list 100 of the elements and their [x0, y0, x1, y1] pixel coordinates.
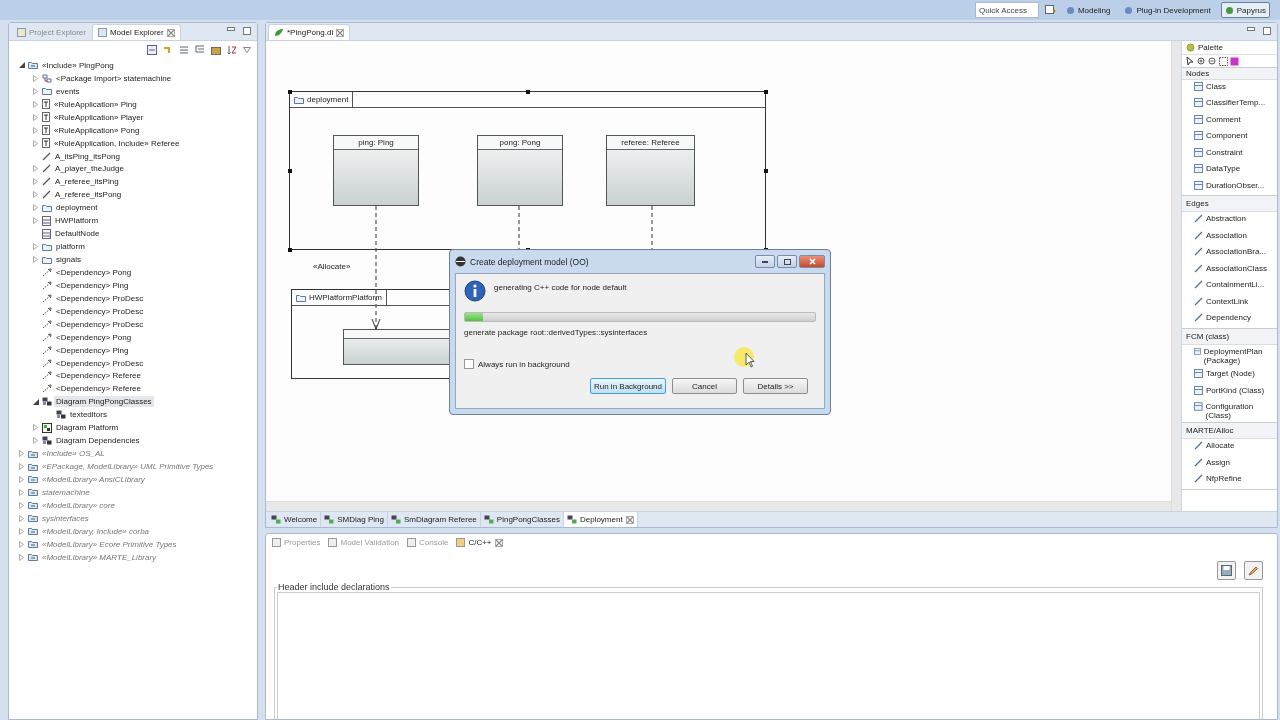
resize-handle[interactable]: [288, 169, 292, 173]
tree-item[interactable]: Diagram Platform: [54, 422, 121, 434]
dialog-button[interactable]: Run in Background: [589, 378, 666, 394]
tree-item[interactable]: «RuleApplication, Include» Referee: [52, 137, 182, 149]
resize-handle[interactable]: [288, 90, 292, 94]
palette-drawer[interactable]: Edges: [1182, 196, 1277, 212]
diagram-tab[interactable]: Welcome: [268, 512, 322, 527]
dialog-button[interactable]: Cancel: [672, 378, 737, 394]
palette-tool[interactable]: PortKind (Class): [1182, 383, 1277, 400]
tree-item[interactable]: <Dependency> Pong: [54, 266, 134, 278]
tree-item[interactable]: A_referee_itsPong: [53, 189, 124, 201]
palette-tool[interactable]: ContainmentLi...: [1182, 278, 1277, 295]
tree-item[interactable]: <Dependency> Ping: [54, 344, 131, 356]
tree-item[interactable]: «EPackage, ModelLibrary» UML Primitive Types: [40, 461, 216, 473]
tree-item[interactable]: <Dependency> Pong: [54, 331, 134, 343]
view-tab[interactable]: C/C++: [452, 535, 507, 550]
tree-item[interactable]: «Include» PingPong: [40, 59, 116, 71]
tree-item[interactable]: «RuleApplication» Player: [52, 111, 146, 123]
palette-tool[interactable]: Component: [1182, 129, 1277, 146]
palette-tool[interactable]: Assign: [1182, 455, 1277, 472]
tree-item[interactable]: <Dependency> ProDesc: [54, 318, 146, 330]
tree-item[interactable]: «RuleApplication» Pong: [52, 124, 142, 136]
palette-tool[interactable]: Constraint: [1182, 145, 1277, 162]
tool-icon: [1194, 98, 1203, 107]
palette-tool[interactable]: Class: [1182, 79, 1277, 96]
minimize-button[interactable]: [755, 255, 775, 268]
quick-access-field[interactable]: Quick Access: [974, 2, 1039, 18]
tree-item[interactable]: A_player_theJudge: [53, 163, 126, 175]
tree-item[interactable]: «RuleApplication» Ping: [52, 98, 139, 110]
resize-handle[interactable]: [288, 248, 292, 252]
tree-item[interactable]: <Dependency> Referee: [54, 370, 143, 382]
class-node[interactable]: referee: Referee: [606, 135, 695, 206]
tree-item[interactable]: Diagram PingPongClasses: [54, 396, 154, 408]
perspective-button[interactable]: Modeling: [1061, 2, 1115, 18]
palette-tool[interactable]: AssociationBra...: [1182, 245, 1277, 262]
tree-item[interactable]: «ModelLibrary, Include» corba: [40, 525, 152, 537]
view-tab[interactable]: Model Explorer: [91, 24, 181, 40]
tree-item[interactable]: <Dependency> ProDesc: [54, 357, 146, 369]
palette-drawer[interactable]: FCM (class): [1182, 329, 1277, 345]
tree-item[interactable]: <Dependency> ProDesc: [54, 292, 146, 304]
class-node[interactable]: pong: Pong: [477, 135, 563, 206]
palette-tool[interactable]: ClassifierTemp...: [1182, 96, 1277, 113]
perspective-button[interactable]: Papyrus: [1220, 2, 1270, 18]
palette-tool[interactable]: AssociationClass: [1182, 261, 1277, 278]
save-button[interactable]: [1217, 561, 1236, 580]
palette-tool[interactable]: Target (Node): [1182, 367, 1277, 384]
palette-tool[interactable]: DeploymentPlan (Package): [1182, 345, 1277, 367]
diagram-tab[interactable]: Deployment: [563, 512, 638, 527]
tree-item[interactable]: signals: [54, 254, 83, 266]
palette-tool[interactable]: Abstraction: [1182, 212, 1277, 229]
tool-icon: [1194, 347, 1201, 356]
tree-item[interactable]: «ModelLibrary» core: [40, 499, 117, 511]
resize-handle[interactable]: [764, 90, 768, 94]
tree-item[interactable]: deployment: [54, 202, 100, 214]
tree-item[interactable]: A_itsPing_itsPong: [53, 150, 122, 162]
horizontal-scrollbar[interactable]: [266, 501, 1171, 511]
palette-drawer[interactable]: MARTE/Alloc: [1182, 423, 1277, 439]
close-button[interactable]: [799, 255, 825, 268]
palette-tool[interactable]: DurationObser...: [1182, 178, 1277, 195]
palette-tool[interactable]: Allocate: [1182, 439, 1277, 456]
maximize-button[interactable]: [777, 255, 797, 268]
tree-item[interactable]: texteditors: [68, 409, 109, 421]
tree-item[interactable]: sysinterfaces: [40, 512, 91, 524]
checkbox[interactable]: [464, 359, 474, 369]
palette-tool[interactable]: Comment: [1182, 112, 1277, 129]
editor-tab[interactable]: *PingPong.di: [268, 24, 351, 40]
perspective-button[interactable]: Plug-in Development: [1120, 2, 1215, 18]
diagram-tab[interactable]: PingPongClasses: [480, 512, 564, 527]
diagram-tab[interactable]: SMDiag Ping: [321, 512, 388, 527]
tree-item[interactable]: events: [54, 85, 82, 97]
palette-tool[interactable]: Association: [1182, 228, 1277, 245]
palette-tool[interactable]: ContextLink: [1182, 294, 1277, 311]
tree-item[interactable]: A_referee_itsPing: [53, 176, 121, 188]
tree-item[interactable]: «ModelLibrary» Ecore Primitive Types: [40, 538, 179, 550]
view-icon: [456, 538, 466, 547]
edit-button[interactable]: [1244, 561, 1263, 580]
tree-item[interactable]: <Dependency> Referee: [54, 383, 143, 395]
palette-tool[interactable]: DataType: [1182, 162, 1277, 179]
tree-item[interactable]: «ModelLibrary» AnsiCLibrary: [40, 473, 147, 485]
resize-handle[interactable]: [526, 90, 530, 94]
palette-tool[interactable]: NfpRefine: [1182, 472, 1277, 489]
palette-tool[interactable]: Dependency: [1182, 311, 1277, 328]
tree-item[interactable]: «Include» OS_AL: [40, 448, 107, 460]
palette-tool[interactable]: Configuration (Class): [1182, 400, 1277, 422]
diagram-tab[interactable]: SmDiagram Referee: [387, 512, 481, 527]
class-node[interactable]: ping: Ping: [333, 135, 419, 206]
tree-item[interactable]: «ModelLibrary» MARTE_Library: [40, 551, 159, 563]
tree-item[interactable]: Diagram Dependencies: [54, 435, 142, 447]
tree-item[interactable]: statemachine: [40, 486, 92, 498]
palette-drawer[interactable]: Nodes: [1182, 68, 1277, 80]
tree-item[interactable]: DefaultNode: [53, 228, 102, 240]
vertical-scrollbar[interactable]: [1171, 41, 1181, 511]
dialog-button[interactable]: Details >>: [743, 378, 808, 394]
tree-item[interactable]: <Dependency> Ping: [54, 279, 131, 291]
resize-handle[interactable]: [764, 169, 768, 173]
tree-item[interactable]: platform: [54, 241, 87, 253]
tree-item[interactable]: <Package Import> statemachine: [54, 72, 174, 84]
tree-item[interactable]: <Dependency> ProDesc: [54, 305, 146, 317]
package-name: HWPlatformPlatform: [309, 293, 382, 302]
tree-item[interactable]: HWPlatform: [53, 215, 101, 227]
